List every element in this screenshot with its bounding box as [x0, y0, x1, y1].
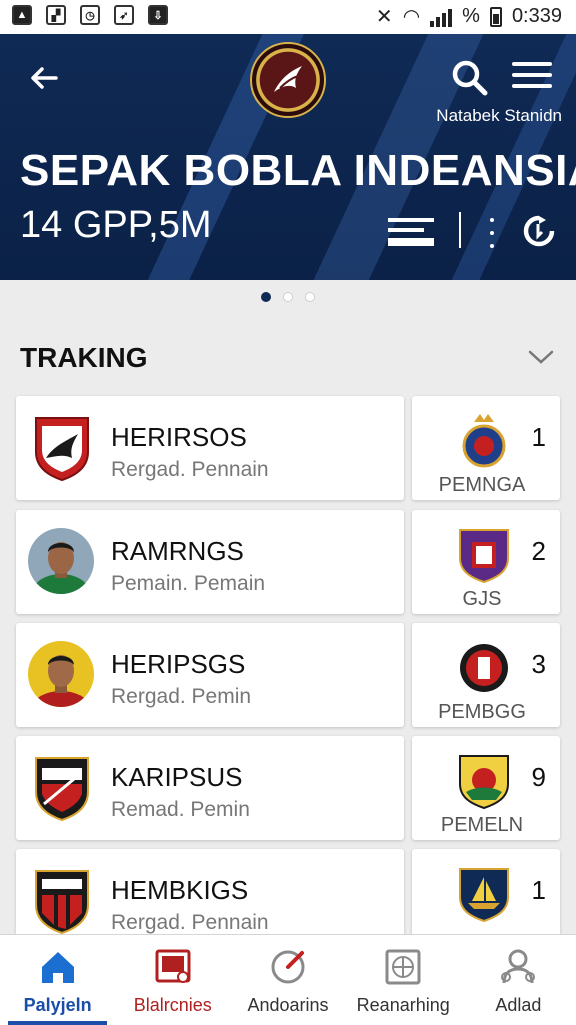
team-card[interactable]: KARIPSUS Remad. Pemin — [16, 736, 404, 840]
clock: 0:339 — [511, 5, 562, 27]
team-card[interactable]: HERIRSOS Rergad. Pennain — [16, 396, 404, 500]
nav-item-home[interactable]: Palyjeln — [0, 935, 115, 1025]
chart-notification-icon: ▞ — [46, 5, 66, 25]
section-title: TRAKING — [20, 342, 148, 373]
player-subtitle: Rergad. Pemin — [111, 685, 252, 708]
ranking-row[interactable]: HERIRSOS Rergad. Pennain 1 PEMNGA — [16, 396, 560, 500]
black-red-crest-icon — [35, 757, 89, 822]
system-status: ✕ ◠ % 0:339 — [376, 4, 562, 29]
rank-number: 1 — [531, 875, 546, 905]
rank-label: PEMNGA — [438, 474, 526, 496]
rank-card[interactable]: 1 PEMNGA — [412, 396, 560, 500]
wifi-icon: ◠ — [402, 6, 421, 28]
home-icon — [41, 952, 74, 983]
player-subtitle: Pemain. Pemain — [111, 572, 266, 595]
search-icon — [452, 60, 488, 96]
rank-number: 2 — [531, 536, 546, 566]
nav-item-board[interactable]: Blalrcnies — [115, 935, 230, 1025]
arrow-left-icon — [31, 67, 58, 89]
more-vertical-icon — [490, 218, 494, 222]
chevron-down-icon — [528, 350, 554, 364]
carousel-indicator[interactable] — [0, 292, 576, 302]
page-subtitle: 14 GPP,5M — [20, 204, 212, 246]
red-shield-crest-icon — [35, 417, 89, 482]
rank-number: 3 — [531, 649, 546, 679]
player-card[interactable]: RAMRNGS Pemain. Pemain — [16, 510, 404, 614]
nav-label: Andoarins — [247, 995, 329, 1015]
carousel-dot[interactable] — [305, 292, 315, 302]
rank-number: 9 — [531, 762, 546, 792]
rank-label: GJS — [462, 588, 502, 610]
list-icon — [388, 218, 434, 222]
nav-label: Adlad — [495, 995, 542, 1015]
player-name: RAMRNGS — [111, 536, 244, 566]
purple-shield-crest-icon — [459, 529, 509, 584]
nav-label: Reanarhing — [356, 995, 450, 1015]
header-divider — [459, 212, 461, 248]
section-collapse-button[interactable] — [526, 344, 556, 368]
rank-label: PEMBGG — [438, 701, 526, 723]
back-button[interactable] — [26, 60, 62, 96]
image-notification-icon: ▲ — [12, 5, 32, 25]
page-title: SEPAK BOBLA INDEANSIA — [20, 146, 576, 195]
nav-label: Palyjeln — [23, 995, 92, 1015]
rank-card[interactable]: 9 PEMELN — [412, 736, 560, 840]
more-options-button[interactable] — [482, 218, 502, 248]
notification-icons: ▲ ▞ ◷ ➶ ⇩ — [12, 5, 168, 25]
rank-card[interactable]: 3 PEMBGG — [412, 623, 560, 727]
bottom-navigation: Palyjeln Blalrcnies Andoarins Reanarhing — [0, 934, 576, 1025]
nav-item-compass[interactable]: Andoarins — [230, 935, 345, 1025]
team-subtitle: Rergad. Pennain — [111, 911, 269, 934]
ranking-row[interactable]: RAMRNGS Pemain. Pemain 2 GJS — [16, 510, 560, 614]
team-subtitle: Remad. Pemin — [111, 798, 250, 821]
status-bar: ▲ ▞ ◷ ➶ ⇩ ✕ ◠ % 0:339 — [0, 0, 576, 34]
ranking-row[interactable]: KARIPSUS Remad. Pemin 9 PEMELN — [16, 736, 560, 840]
rank-card[interactable]: 2 GJS — [412, 510, 560, 614]
refresh-button[interactable] — [522, 214, 556, 248]
menu-icon-line — [512, 62, 552, 66]
signal-icon — [430, 7, 453, 27]
account-name[interactable]: Natabek Stanidn — [436, 106, 562, 126]
search-button[interactable] — [450, 58, 490, 98]
ranking-row[interactable]: HERIPSGS Rergad. Pemin 3 PEMBGG — [16, 623, 560, 727]
compass-icon — [271, 950, 305, 984]
striped-crest-icon — [35, 870, 89, 935]
team-name: HERIRSOS — [111, 422, 247, 452]
team-name: HEMBKIGS — [111, 875, 249, 905]
board-icon — [155, 949, 191, 983]
yellow-green-crest-icon — [459, 755, 509, 810]
list-view-button[interactable] — [388, 218, 434, 250]
player-name: HERIPSGS — [111, 649, 246, 679]
navy-ship-crest-icon — [459, 868, 509, 923]
people-icon — [501, 949, 536, 984]
rank-number: 1 — [531, 422, 546, 452]
player-card[interactable]: HERIPSGS Rergad. Pemin — [16, 623, 404, 727]
player-avatar — [28, 528, 94, 594]
grid-globe-icon — [385, 949, 421, 985]
hero-header: Natabek Stanidn SEPAK BOBLA INDEANSIA 14… — [0, 34, 576, 280]
battery-percent: % — [462, 5, 480, 27]
team-name: KARIPSUS — [111, 762, 243, 792]
carousel-dot[interactable] — [261, 292, 271, 302]
refresh-icon — [523, 215, 555, 247]
carousel-dot[interactable] — [283, 292, 293, 302]
team-subtitle: Rergad. Pennain — [111, 458, 269, 481]
crown-crest-icon — [462, 414, 506, 468]
nav-item-grid[interactable]: Reanarhing — [346, 935, 461, 1025]
club-crest-icon — [250, 42, 326, 118]
menu-button[interactable] — [512, 62, 552, 94]
rank-label: PEMELN — [440, 814, 524, 836]
mute-icon: ✕ — [375, 6, 393, 28]
nav-label: Blalrcnies — [133, 995, 212, 1015]
nav-item-people[interactable]: Adlad — [461, 935, 576, 1025]
download-notification-icon: ⇩ — [148, 5, 168, 25]
alarm-notification-icon: ◷ — [80, 5, 100, 25]
player-avatar — [28, 641, 94, 707]
send-notification-icon: ➶ — [114, 5, 134, 25]
round-red-crest-icon — [460, 644, 508, 692]
battery-icon — [489, 6, 502, 27]
